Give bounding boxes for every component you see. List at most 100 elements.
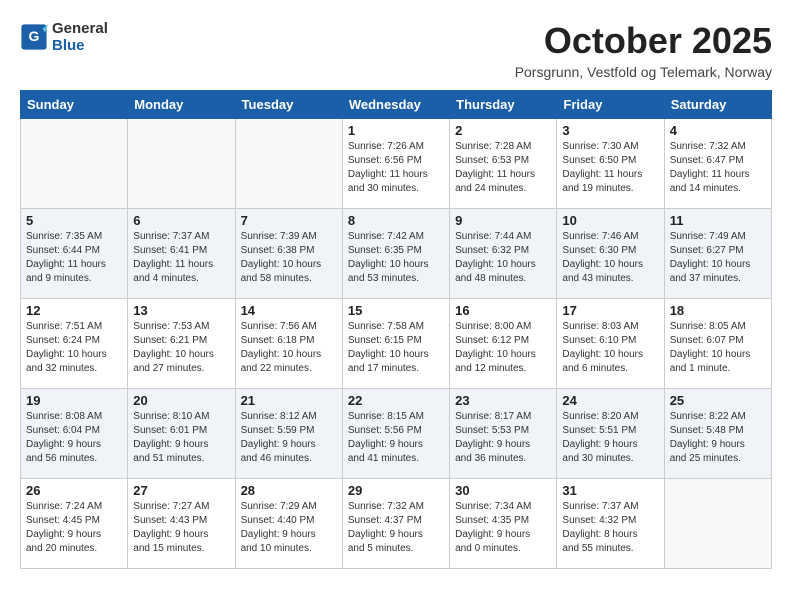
- day-info: Sunrise: 8:17 AM Sunset: 5:53 PM Dayligh…: [455, 410, 551, 466]
- week-row-1: 1 Sunrise: 7:26 AM Sunset: 6:56 PM Daylig…: [21, 119, 772, 209]
- calendar-cell: 14Sunrise: 7:56 AM Sunset: 6:18 PM Dayli…: [235, 299, 342, 389]
- logo-icon: G: [20, 23, 48, 51]
- weekday-header-friday: Friday: [557, 91, 664, 119]
- day-number: 2: [455, 123, 551, 138]
- calendar-cell: 27 Sunrise: 7:27 AM Sunset: 4:43 PM Dayli…: [128, 479, 235, 569]
- day-number: 17: [562, 303, 658, 318]
- day-number: 12: [26, 303, 122, 318]
- day-info: Sunrise: 8:10 AM Sunset: 6:01 PM Dayligh…: [133, 410, 229, 466]
- day-number: 24: [562, 393, 658, 408]
- day-number: 5: [26, 213, 122, 228]
- calendar-cell: 18 Sunrise: 8:05 AM Sunset: 6:07 PM Dayli…: [664, 299, 771, 389]
- day-number: 15: [348, 303, 444, 318]
- day-number: 16: [455, 303, 551, 318]
- day-info: Sunrise: 8:12 AM Sunset: 5:59 PM Dayligh…: [241, 410, 337, 466]
- logo-blue: Blue: [52, 37, 108, 54]
- day-number: 11: [670, 213, 766, 228]
- calendar-cell: 17 Sunrise: 8:03 AM Sunset: 6:10 PM Dayli…: [557, 299, 664, 389]
- calendar-cell: 10Sunrise: 7:46 AM Sunset: 6:30 PM Dayli…: [557, 209, 664, 299]
- day-info: Sunrise: 7:35 AM Sunset: 6:44 PM Dayligh…: [26, 230, 122, 286]
- day-number: 22: [348, 393, 444, 408]
- day-number: 9: [455, 213, 551, 228]
- calendar-cell: [235, 119, 342, 209]
- svg-text:G: G: [29, 28, 40, 44]
- calendar-cell: 24 Sunrise: 8:20 AM Sunset: 5:51 PM Dayli…: [557, 389, 664, 479]
- day-info: Sunrise: 7:42 AM Sunset: 6:35 PM Dayligh…: [348, 230, 444, 286]
- calendar-cell: [21, 119, 128, 209]
- weekday-header-monday: Monday: [128, 91, 235, 119]
- day-number: 26: [26, 483, 122, 498]
- weekday-header-thursday: Thursday: [450, 91, 557, 119]
- day-info: Sunrise: 7:49 AM Sunset: 6:27 PM Dayligh…: [670, 230, 766, 286]
- calendar-cell: 29 Sunrise: 7:32 AM Sunset: 4:37 PM Dayli…: [342, 479, 449, 569]
- calendar-cell: [664, 479, 771, 569]
- calendar-cell: 5 Sunrise: 7:35 AM Sunset: 6:44 PM Daylig…: [21, 209, 128, 299]
- day-info: Sunrise: 8:08 AM Sunset: 6:04 PM Dayligh…: [26, 410, 122, 466]
- week-row-4: 19Sunrise: 8:08 AM Sunset: 6:04 PM Dayli…: [21, 389, 772, 479]
- day-info: Sunrise: 7:53 AM Sunset: 6:21 PM Dayligh…: [133, 320, 229, 376]
- day-info: Sunrise: 7:26 AM Sunset: 6:56 PM Dayligh…: [348, 140, 444, 196]
- day-info: Sunrise: 8:22 AM Sunset: 5:48 PM Dayligh…: [670, 410, 766, 466]
- weekday-header-saturday: Saturday: [664, 91, 771, 119]
- calendar-cell: 21 Sunrise: 8:12 AM Sunset: 5:59 PM Dayli…: [235, 389, 342, 479]
- calendar-cell: 22 Sunrise: 8:15 AM Sunset: 5:56 PM Dayli…: [342, 389, 449, 479]
- day-number: 20: [133, 393, 229, 408]
- title-area: October 2025 Porsgrunn, Vestfold og Tele…: [515, 20, 772, 80]
- day-number: 29: [348, 483, 444, 498]
- day-number: 7: [241, 213, 337, 228]
- calendar-cell: 25 Sunrise: 8:22 AM Sunset: 5:48 PM Dayli…: [664, 389, 771, 479]
- day-info: Sunrise: 7:30 AM Sunset: 6:50 PM Dayligh…: [562, 140, 658, 196]
- day-info: Sunrise: 7:24 AM Sunset: 4:45 PM Dayligh…: [26, 500, 122, 556]
- calendar-cell: 1 Sunrise: 7:26 AM Sunset: 6:56 PM Daylig…: [342, 119, 449, 209]
- calendar-cell: 12 Sunrise: 7:51 AM Sunset: 6:24 PM Dayli…: [21, 299, 128, 389]
- calendar-cell: 8 Sunrise: 7:42 AM Sunset: 6:35 PM Daylig…: [342, 209, 449, 299]
- weekday-header-wednesday: Wednesday: [342, 91, 449, 119]
- calendar-cell: 2 Sunrise: 7:28 AM Sunset: 6:53 PM Daylig…: [450, 119, 557, 209]
- day-info: Sunrise: 7:58 AM Sunset: 6:15 PM Dayligh…: [348, 320, 444, 376]
- logo: G General Blue: [20, 20, 108, 54]
- calendar-cell: 6 Sunrise: 7:37 AM Sunset: 6:41 PM Daylig…: [128, 209, 235, 299]
- day-number: 14: [241, 303, 337, 318]
- day-info: Sunrise: 8:00 AM Sunset: 6:12 PM Dayligh…: [455, 320, 551, 376]
- day-info: Sunrise: 7:27 AM Sunset: 4:43 PM Dayligh…: [133, 500, 229, 556]
- day-number: 10: [562, 213, 658, 228]
- day-info: Sunrise: 7:44 AM Sunset: 6:32 PM Dayligh…: [455, 230, 551, 286]
- calendar-cell: 31 Sunrise: 7:37 AM Sunset: 4:32 PM Dayli…: [557, 479, 664, 569]
- day-info: Sunrise: 8:03 AM Sunset: 6:10 PM Dayligh…: [562, 320, 658, 376]
- calendar-cell: 15 Sunrise: 7:58 AM Sunset: 6:15 PM Dayli…: [342, 299, 449, 389]
- day-number: 18: [670, 303, 766, 318]
- day-info: Sunrise: 7:34 AM Sunset: 4:35 PM Dayligh…: [455, 500, 551, 556]
- logo-general: General: [52, 20, 108, 37]
- day-number: 28: [241, 483, 337, 498]
- day-info: Sunrise: 7:32 AM Sunset: 4:37 PM Dayligh…: [348, 500, 444, 556]
- day-number: 31: [562, 483, 658, 498]
- day-number: 21: [241, 393, 337, 408]
- day-number: 6: [133, 213, 229, 228]
- calendar-cell: 4Sunrise: 7:32 AM Sunset: 6:47 PM Daylig…: [664, 119, 771, 209]
- day-info: Sunrise: 7:37 AM Sunset: 4:32 PM Dayligh…: [562, 500, 658, 556]
- calendar-cell: 13 Sunrise: 7:53 AM Sunset: 6:21 PM Dayli…: [128, 299, 235, 389]
- day-info: Sunrise: 7:29 AM Sunset: 4:40 PM Dayligh…: [241, 500, 337, 556]
- day-number: 25: [670, 393, 766, 408]
- location: Porsgrunn, Vestfold og Telemark, Norway: [515, 64, 772, 80]
- calendar-cell: 20 Sunrise: 8:10 AM Sunset: 6:01 PM Dayli…: [128, 389, 235, 479]
- calendar: SundayMondayTuesdayWednesdayThursdayFrid…: [20, 90, 772, 569]
- day-number: 1: [348, 123, 444, 138]
- day-info: Sunrise: 8:05 AM Sunset: 6:07 PM Dayligh…: [670, 320, 766, 376]
- calendar-cell: 30Sunrise: 7:34 AM Sunset: 4:35 PM Dayli…: [450, 479, 557, 569]
- day-info: Sunrise: 7:37 AM Sunset: 6:41 PM Dayligh…: [133, 230, 229, 286]
- day-info: Sunrise: 7:28 AM Sunset: 6:53 PM Dayligh…: [455, 140, 551, 196]
- weekday-header-row: SundayMondayTuesdayWednesdayThursdayFrid…: [21, 91, 772, 119]
- calendar-cell: 26 Sunrise: 7:24 AM Sunset: 4:45 PM Dayli…: [21, 479, 128, 569]
- day-info: Sunrise: 7:32 AM Sunset: 6:47 PM Dayligh…: [670, 140, 766, 196]
- day-number: 13: [133, 303, 229, 318]
- calendar-cell: 23Sunrise: 8:17 AM Sunset: 5:53 PM Dayli…: [450, 389, 557, 479]
- day-number: 27: [133, 483, 229, 498]
- week-row-5: 26 Sunrise: 7:24 AM Sunset: 4:45 PM Dayli…: [21, 479, 772, 569]
- day-info: Sunrise: 8:15 AM Sunset: 5:56 PM Dayligh…: [348, 410, 444, 466]
- day-number: 3: [562, 123, 658, 138]
- calendar-cell: [128, 119, 235, 209]
- day-info: Sunrise: 7:51 AM Sunset: 6:24 PM Dayligh…: [26, 320, 122, 376]
- day-number: 8: [348, 213, 444, 228]
- day-info: Sunrise: 8:20 AM Sunset: 5:51 PM Dayligh…: [562, 410, 658, 466]
